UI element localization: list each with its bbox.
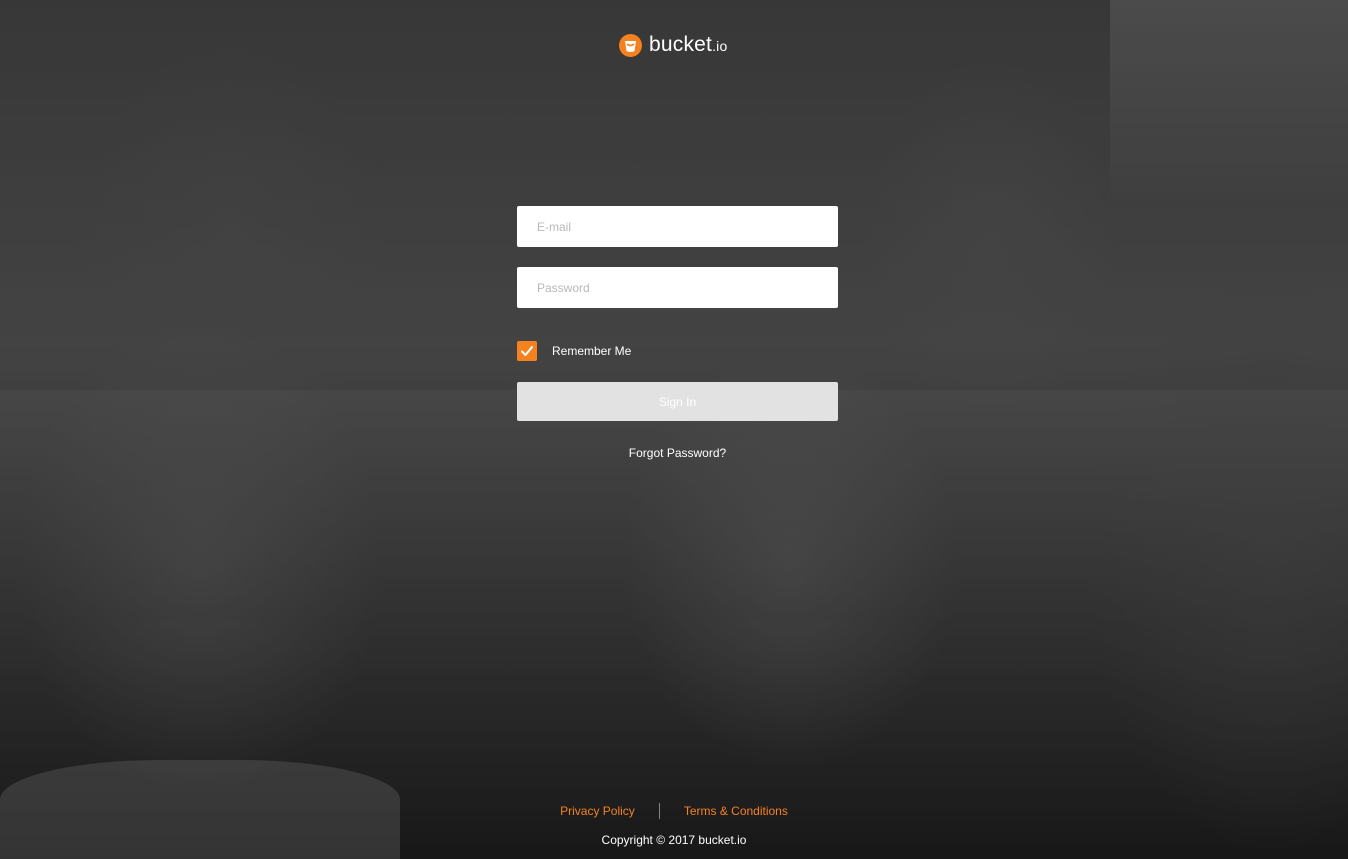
login-form: Remember Me Sign In Forgot Password? xyxy=(517,206,838,460)
checkmark-icon xyxy=(521,346,533,356)
bucket-logo-icon xyxy=(619,33,642,57)
login-page: bucket.io Remember Me Sign In Forgot Pas… xyxy=(0,0,1348,859)
brand-logo: bucket.io xyxy=(619,32,727,58)
remember-me-checkbox[interactable] xyxy=(517,341,537,361)
sign-in-button[interactable]: Sign In xyxy=(517,382,838,421)
email-field[interactable] xyxy=(517,206,838,247)
copyright-text: Copyright © 2017 bucket.io xyxy=(601,833,747,847)
remember-me-row[interactable]: Remember Me xyxy=(517,340,838,362)
brand-name: bucket.io xyxy=(649,33,728,56)
password-field[interactable] xyxy=(517,267,838,308)
remember-me-label: Remember Me xyxy=(552,344,632,358)
forgot-password-link[interactable]: Forgot Password? xyxy=(517,446,838,460)
footer-divider xyxy=(658,803,660,819)
footer-links: Privacy Policy Terms & Conditions xyxy=(0,803,1348,819)
privacy-policy-link[interactable]: Privacy Policy xyxy=(560,804,635,818)
terms-conditions-link[interactable]: Terms & Conditions xyxy=(684,804,788,818)
